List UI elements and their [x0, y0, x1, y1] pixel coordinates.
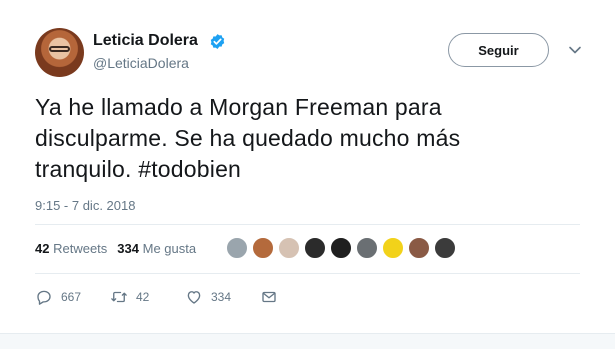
tweet-text-line: disculparme. Se ha quedado mucho más [35, 125, 461, 151]
retweets-label: Retweets [53, 241, 108, 256]
liker-avatar[interactable] [434, 237, 456, 259]
divider [35, 224, 580, 225]
tweet-card: Leticia Dolera @LeticiaDolera Seguir Ya … [0, 0, 615, 349]
retweets-count: 42 [35, 241, 50, 256]
reply-count: 667 [61, 290, 82, 304]
retweets-stat[interactable]: 42 Retweets [35, 241, 107, 256]
like-count: 334 [211, 290, 232, 304]
liker-avatar[interactable] [408, 237, 430, 259]
tweet-text-line: Ya he llamado a Morgan Freeman para [35, 94, 442, 120]
retweet-count: 42 [136, 290, 150, 304]
chevron-down-icon[interactable] [568, 45, 582, 55]
liker-avatar[interactable] [304, 237, 326, 259]
tweet-timestamp[interactable]: 9:15 - 7 dic. 2018 [35, 198, 135, 213]
heart-icon [187, 291, 201, 304]
tweet-text: Ya he llamado a Morgan Freeman para disc… [35, 92, 595, 185]
retweet-button[interactable]: 42 [110, 288, 185, 306]
liker-avatar[interactable] [330, 237, 352, 259]
liker-avatars [226, 237, 456, 259]
verified-badge-icon [210, 34, 225, 49]
likes-count: 334 [117, 241, 139, 256]
divider [35, 273, 580, 274]
author-avatar[interactable] [35, 28, 84, 77]
author-name[interactable]: Leticia Dolera [93, 32, 198, 50]
likes-stat[interactable]: 334 Me gusta [117, 241, 196, 256]
tweet-actions: 667 42 334 [35, 287, 278, 307]
liker-avatar[interactable] [278, 237, 300, 259]
liker-avatar[interactable] [252, 237, 274, 259]
tweet-text-line: tranquilo. #todobien [35, 156, 242, 182]
like-button[interactable]: 334 [185, 288, 260, 306]
likes-label: Me gusta [142, 241, 197, 256]
liker-avatar[interactable] [382, 237, 404, 259]
liker-avatar[interactable] [226, 237, 248, 259]
reply-icon [37, 290, 51, 305]
footer-band [0, 333, 615, 349]
retweet-icon [111, 291, 127, 303]
tweet-stats: 42 Retweets 334 Me gusta [35, 241, 196, 256]
author-handle[interactable]: @LeticiaDolera [93, 55, 189, 71]
follow-button[interactable]: Seguir [448, 33, 549, 67]
envelope-icon [262, 291, 276, 303]
liker-avatar[interactable] [356, 237, 378, 259]
direct-message-button[interactable] [260, 288, 278, 306]
reply-button[interactable]: 667 [35, 288, 110, 306]
